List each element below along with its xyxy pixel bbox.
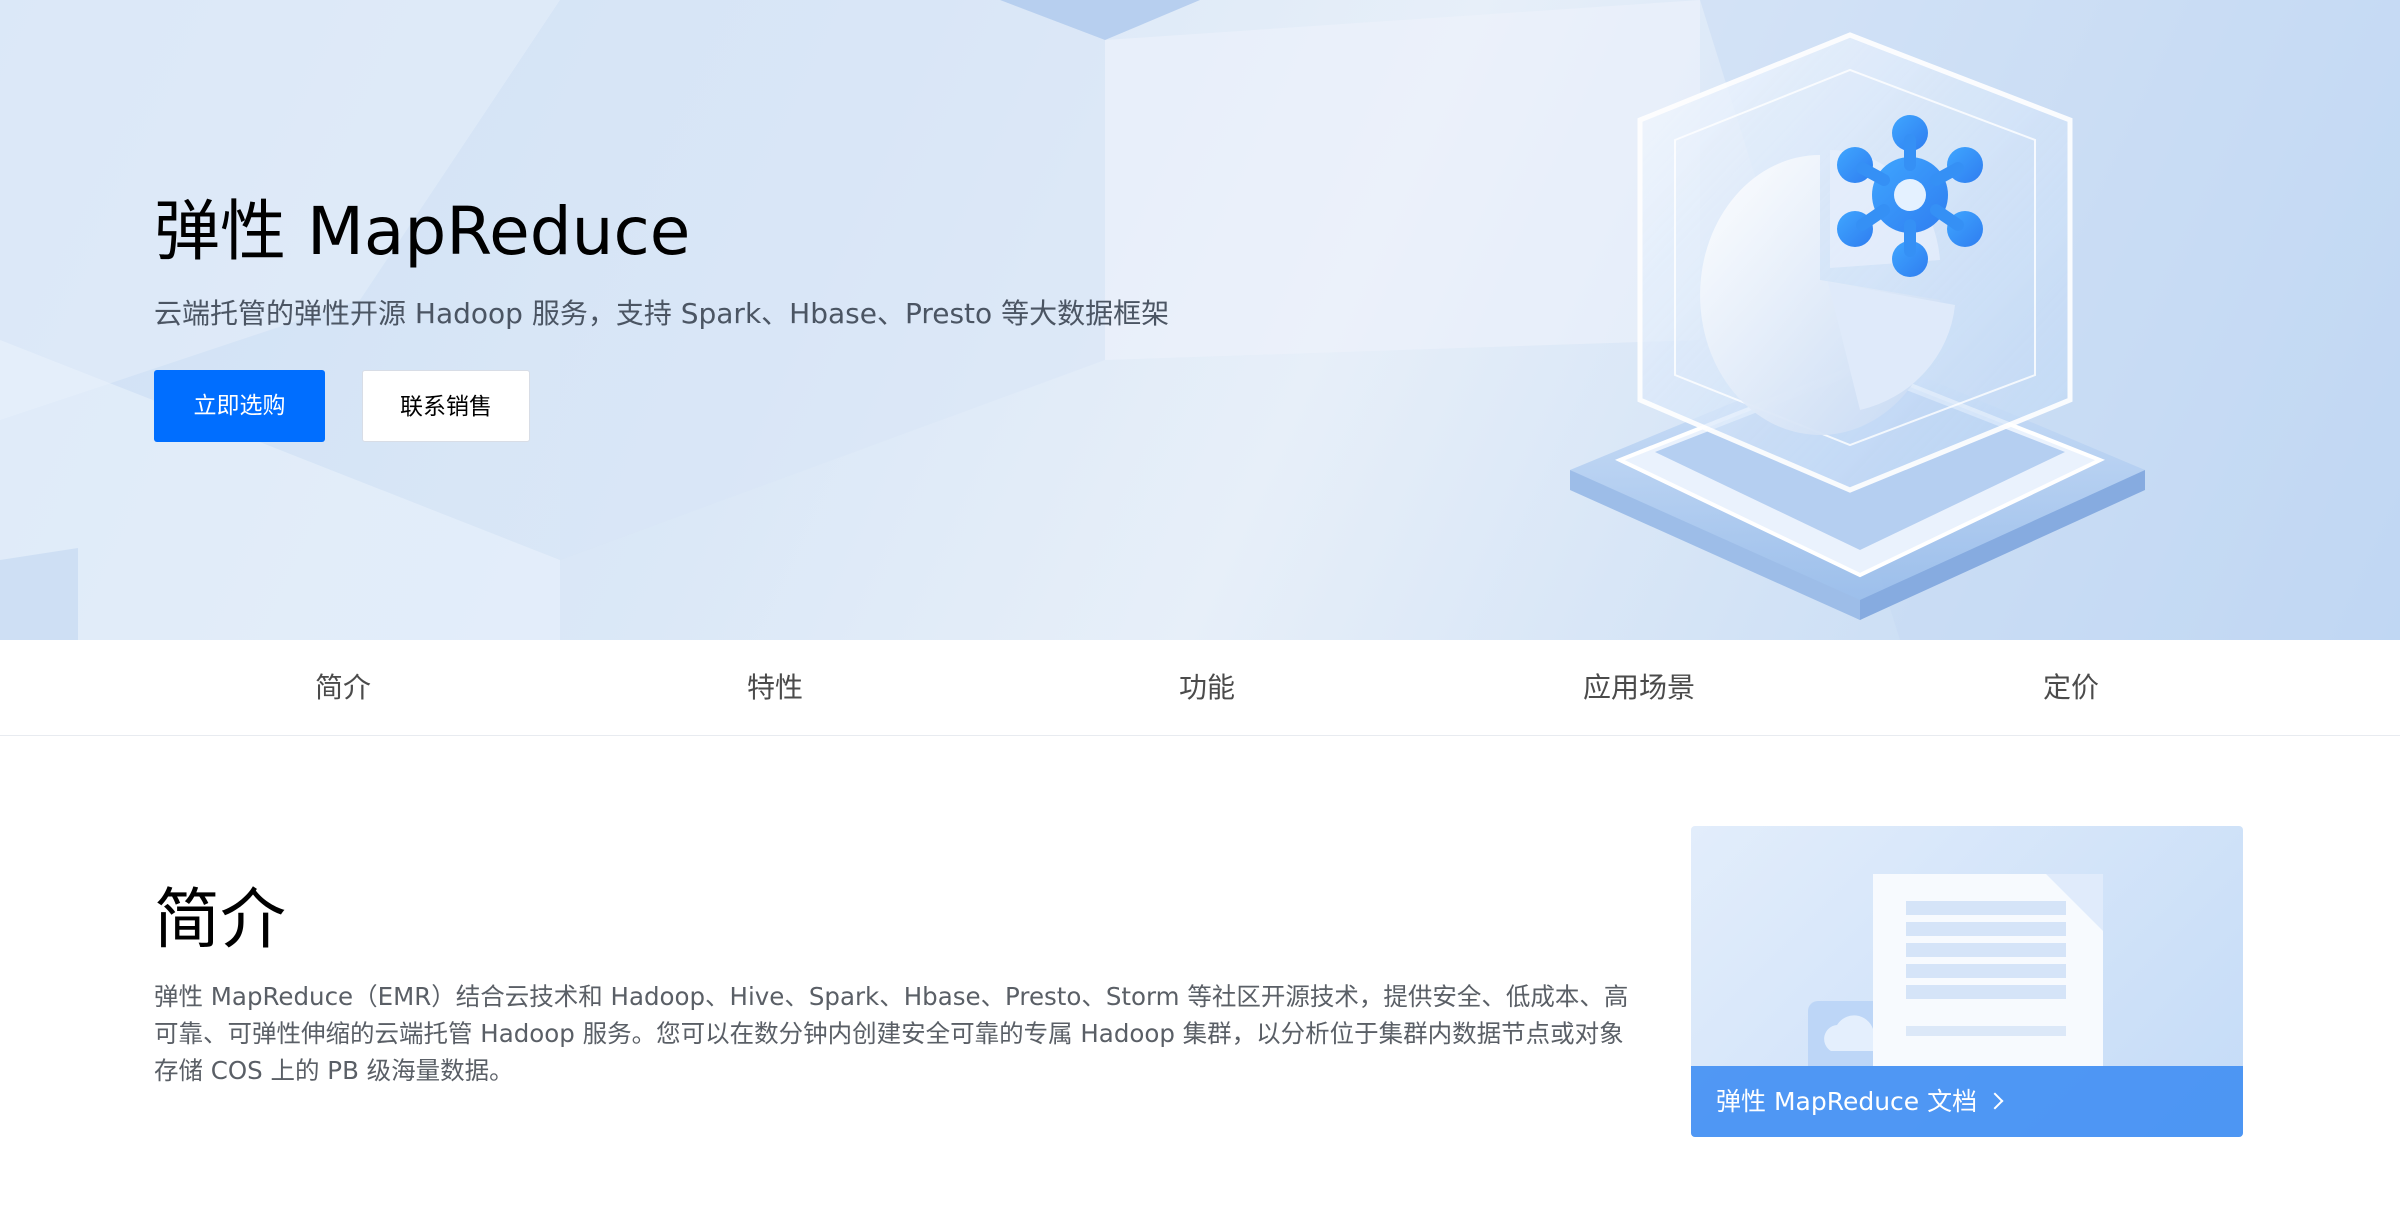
hero-banner: 弹性 MapReduce 云端托管的弹性开源 Hadoop 服务，支持 Spar…: [0, 0, 2400, 640]
section-tabs: 简介 特性 功能 应用场景 定价: [0, 640, 2400, 736]
doc-card[interactable]: 弹性 MapReduce 文档: [1691, 826, 2243, 1137]
hero-title: 弹性 MapReduce: [154, 193, 691, 270]
doc-card-link[interactable]: 弹性 MapReduce 文档: [1691, 1066, 2243, 1137]
tab-pricing[interactable]: 定价: [1921, 640, 2221, 736]
doc-card-label: 弹性 MapReduce 文档: [1716, 1087, 1978, 1116]
document-cloud-icon: [1808, 874, 2103, 1066]
tab-features[interactable]: 特性: [625, 640, 925, 736]
tab-scenarios[interactable]: 应用场景: [1489, 640, 1789, 736]
contact-sales-button[interactable]: 联系销售: [362, 370, 530, 442]
cube-pie-chart-gear-icon: [1570, 32, 2145, 620]
buy-now-button[interactable]: 立即选购: [154, 370, 325, 442]
chevron-right-icon: [1986, 1092, 2004, 1110]
intro-title: 简介: [154, 881, 286, 958]
intro-body: 弹性 MapReduce（EMR）结合云技术和 Hadoop、Hive、Spar…: [154, 982, 1629, 1085]
tab-intro[interactable]: 简介: [193, 640, 493, 736]
hero-subtitle: 云端托管的弹性开源 Hadoop 服务，支持 Spark、Hbase、Prest…: [154, 297, 1170, 330]
tab-functions[interactable]: 功能: [1057, 640, 1357, 736]
